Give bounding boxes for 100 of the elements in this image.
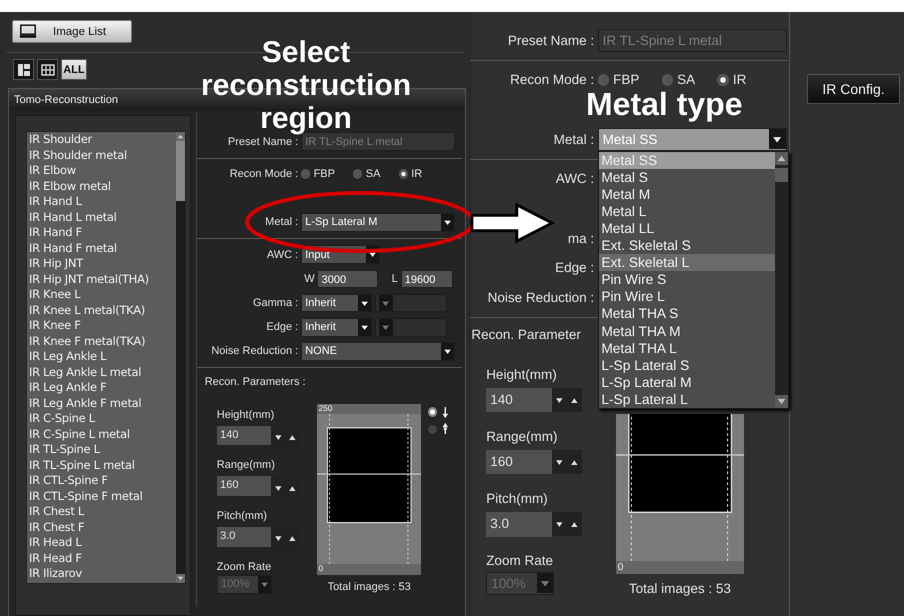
scroll-thumb[interactable] [176,141,185,201]
dropdown-option[interactable]: Metal THA M [598,322,775,340]
preset-item[interactable]: IR Head F [29,550,176,566]
preset-item[interactable]: IR Elbow metal [29,178,176,194]
field-label: Range(mm) [216,459,275,472]
preset-item[interactable]: IR CTL-Spine F [29,473,176,488]
preset-item[interactable]: IR Hand F [29,225,176,240]
preset-item[interactable]: IR Hip JNT metal(THA) [29,272,176,287]
field-label: W [304,272,315,285]
preset-list[interactable] [26,131,186,584]
scrollbar[interactable] [774,152,788,408]
preset-item[interactable]: IR Shoulder metal [29,148,176,163]
spin-up-button[interactable] [566,512,582,536]
mode-radio[interactable]: SA [353,168,380,180]
preset-item[interactable]: IR Chest L [29,504,176,520]
mode-radio[interactable]: FBP [300,168,335,180]
dropdown-option[interactable]: Metal M [598,186,775,203]
mode-radio[interactable]: SA [662,72,696,88]
gamma-select[interactable]: Inherit [300,294,372,312]
preset-item[interactable]: IR Leg Ankle L metal [29,364,176,380]
preset-item[interactable]: IR Knee F metal(TKA) [29,334,176,349]
level-field[interactable]: 19600 [400,270,454,288]
spin-down-button[interactable] [552,450,567,474]
spin-up-button[interactable] [566,450,582,474]
field-label: L [392,272,398,285]
spin-up-button[interactable] [566,388,582,412]
field-label: Edge : [554,260,594,276]
noise-select[interactable]: NONE [300,342,455,361]
field-label: Range(mm) [486,429,558,444]
window-field[interactable]: 3000 [317,270,378,288]
dropdown-option[interactable]: L-Sp Lateral S [598,356,775,374]
spin-field[interactable]: 3.0 [216,526,271,547]
preset-item[interactable]: IR C-Spine L metal [29,426,176,442]
field-label: Noise Reduction : [210,345,298,358]
preset-item[interactable]: IR Hand F metal [29,240,176,256]
dropdown-option[interactable]: Metal L [598,202,775,220]
mode-radio[interactable]: IR [717,72,746,88]
preset-item[interactable]: IR Ilizarov [29,566,176,582]
dropdown-option[interactable]: Metal THA S [598,305,775,323]
spin-field[interactable]: 160 [486,450,552,474]
preset-item[interactable]: IR Hip JNT [29,256,176,272]
all-button[interactable]: ALL [61,59,87,80]
preset-item[interactable]: IR Leg Ankle L [29,349,176,364]
preset-item[interactable]: IR Shoulder [29,132,176,148]
section-label: Recon. Parameter [471,327,581,342]
scroll-down-icon[interactable] [774,395,788,408]
mode-radio[interactable]: FBP [598,72,640,88]
preset-item[interactable]: IR TL-Spine L [29,442,176,458]
preset-item[interactable]: IR Knee L [29,287,176,302]
grid-button[interactable] [37,59,58,80]
spin-down-button[interactable] [552,388,567,412]
spin-down-button[interactable] [552,512,567,536]
grid-icon [40,62,54,76]
field-label: Metal : [264,216,298,228]
preset-item[interactable]: IR Leg Ankle F [29,380,176,396]
metal-select[interactable]: L-Sp Lateral M [300,213,455,232]
field-label: Zoom Rate [486,553,553,568]
dropdown-option[interactable]: Metal LL [598,220,775,238]
scroll-thumb[interactable] [774,168,788,182]
mode-radio[interactable]: IR [398,168,422,180]
layout-icon [16,62,30,76]
field-label: Recon Mode : [509,72,594,88]
field-label: Zoom Rate [216,560,272,573]
dropdown-option[interactable]: Pin Wire L [598,288,775,306]
spin-field[interactable]: 3.0 [486,512,552,537]
spin-field[interactable]: 140 [216,426,271,446]
field-label: AWC : [554,171,594,186]
scale-label: 250 [318,404,332,413]
dropdown-list[interactable]: Metal SS Metal S Metal M Metal L Metal LL Ext. Skeletal S Ext. Skeletal L Pin Wire S Pin Wire L Metal THA S Metal THA M Metal THA L L-Sp Lateral S L-Sp Lateral M L-Sp Lateral L [598,150,789,410]
preset-item[interactable]: IR Head L [29,535,176,550]
caret-icon [769,129,786,150]
scrollbar[interactable] [176,132,185,583]
preset-item[interactable]: IR Chest F [29,520,176,535]
spin-field[interactable]: 140 [486,388,552,412]
edge-select[interactable]: Inherit [300,318,372,337]
field-label: Metal : [552,132,594,147]
spin-field[interactable]: 160 [216,476,271,496]
dropdown-option[interactable]: L-Sp Lateral L [598,390,775,408]
preset-item[interactable]: IR Elbow [29,163,176,178]
preset-item[interactable]: IR Hand L metal [29,210,176,225]
scroll-up-icon[interactable] [774,152,788,165]
preset-item[interactable]: IR Hand L [29,194,176,210]
preset-item[interactable]: IR Leg Ankle F metal [29,396,176,411]
dropdown-option[interactable]: Pin Wire S [598,271,775,288]
dropdown-option[interactable]: L-Sp Lateral M [598,374,775,391]
preset-item[interactable]: IR C-Spine L [29,411,176,426]
section-label: Recon. Parameters : [204,376,306,388]
dropdown-option[interactable]: Metal THA L [598,340,775,357]
image-list-button[interactable]: Image List [12,20,132,43]
dropdown-option[interactable]: Ext. Skeletal L [598,254,775,272]
caret-icon [440,343,454,360]
layout-button[interactable] [13,59,34,80]
down-arrow-icon [442,406,448,418]
preset-item[interactable]: IR Knee F [29,318,176,334]
preset-item[interactable]: IR Knee L metal(TKA) [29,302,176,318]
preset-item[interactable]: IR CTL-Spine F metal [29,488,176,504]
preset-item[interactable]: IR TL-Spine L metal [29,458,176,473]
dropdown-option[interactable]: Metal S [598,168,775,186]
ir-config-button[interactable]: IR Config. [807,74,900,104]
dropdown-option[interactable]: Ext. Skeletal S [598,237,775,254]
